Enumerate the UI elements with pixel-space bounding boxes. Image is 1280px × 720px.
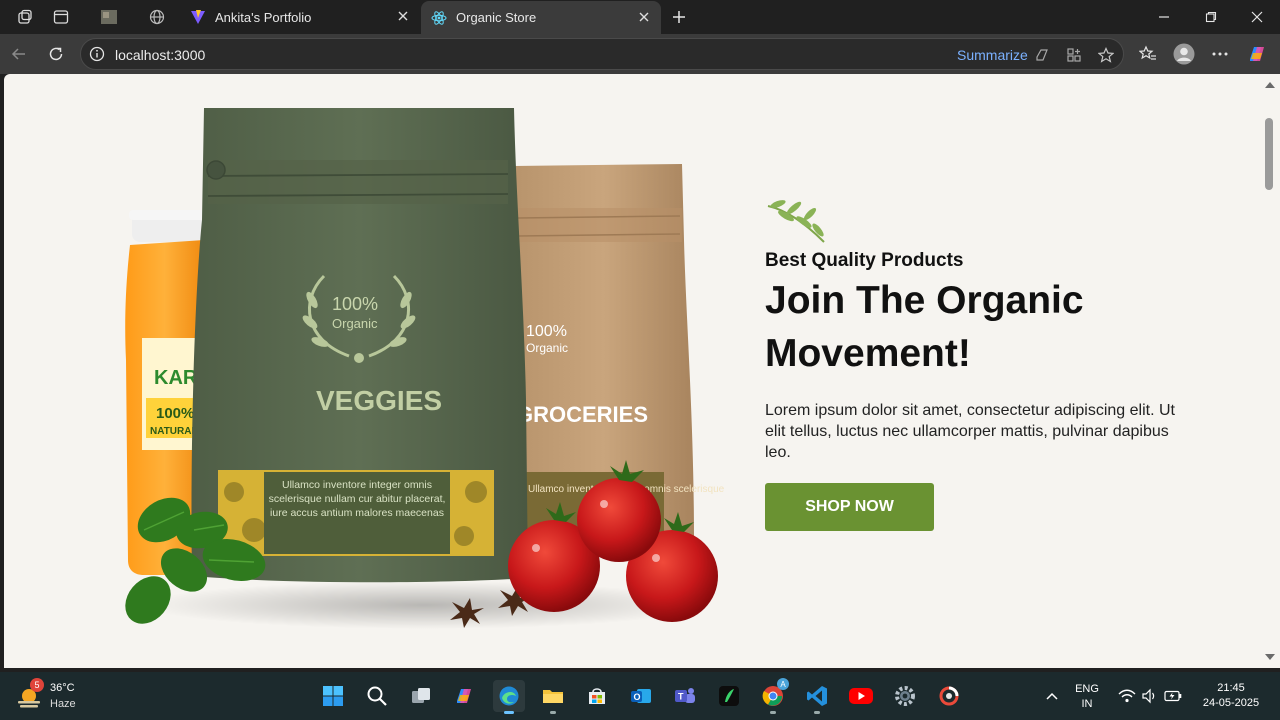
profile-avatar-icon[interactable] <box>1173 43 1195 65</box>
search-icon[interactable] <box>361 680 393 712</box>
robinhood-feather-icon[interactable] <box>713 680 745 712</box>
scrollbar-thumb[interactable] <box>1265 118 1273 190</box>
weather-temperature: 36°C <box>50 682 75 694</box>
copilot-icon[interactable] <box>1246 43 1268 65</box>
volume-icon <box>1142 688 1155 704</box>
tab-label: Organic Store <box>456 10 537 25</box>
task-view-icon[interactable] <box>405 680 437 712</box>
site-info-icon[interactable] <box>89 46 105 62</box>
tab-label: Ankita's Portfolio <box>215 9 312 25</box>
copilot-page-icon[interactable] <box>1033 46 1051 64</box>
show-hidden-icons-chevron-icon[interactable] <box>1036 680 1068 712</box>
weather-condition: Haze <box>50 698 76 710</box>
hero-description: Lorem ipsum dolor sit amet, consectetur … <box>765 402 1175 461</box>
hero-subtitle: Best Quality Products <box>765 250 964 271</box>
vscode-icon[interactable] <box>801 680 833 714</box>
favorite-star-icon[interactable] <box>1097 46 1115 64</box>
bag-left-name: VEGGIES <box>316 385 442 416</box>
bag-left-badge: Organic <box>332 316 378 331</box>
language-line-1: ENG <box>1075 683 1099 695</box>
address-bar[interactable]: localhost:3000 Summarize <box>80 38 1124 70</box>
shop-now-button[interactable]: SHOP NOW <box>765 483 934 531</box>
app-available-icon[interactable] <box>1065 46 1083 64</box>
jar-label: 100% <box>156 405 194 422</box>
pinned-tab-image-icon[interactable] <box>98 6 120 28</box>
hero-product-image: KARI 100% NATURAL 100% Organic GROCERIES… <box>125 108 725 629</box>
teams-icon[interactable]: T <box>669 680 701 712</box>
chrome-profile-badge: A <box>777 678 789 690</box>
summarize-button[interactable]: Summarize <box>957 47 1028 63</box>
copilot-app-icon[interactable] <box>449 680 481 712</box>
minimize-window-icon[interactable] <box>1151 6 1177 28</box>
tab-organic-store[interactable]: Organic Store <box>421 1 661 34</box>
svg-text:T: T <box>678 692 684 702</box>
language-indicator[interactable]: ENG IN <box>1070 682 1104 712</box>
settings-gear-icon[interactable] <box>889 680 921 712</box>
clock-time: 21:45 <box>1217 682 1245 694</box>
clock[interactable]: 21:45 24-05-2025 <box>1194 681 1268 711</box>
weather-alert-badge: 5 <box>30 678 44 692</box>
globe-icon[interactable] <box>146 6 168 28</box>
jar-label: NATURAL <box>150 426 198 437</box>
browser-toolbar: localhost:3000 Summarize <box>0 34 1280 74</box>
leaf-ornament-icon <box>767 200 825 243</box>
vertical-tabs-icon[interactable] <box>50 6 72 28</box>
favorites-icon[interactable] <box>1137 43 1159 65</box>
close-tab-icon[interactable] <box>396 9 410 23</box>
outlook-icon[interactable]: O <box>625 680 657 712</box>
more-menu-icon[interactable] <box>1209 43 1231 65</box>
bag-right-name: GROCERIES <box>516 402 648 427</box>
vite-logo-icon <box>190 9 206 25</box>
battery-charging-icon <box>1164 690 1182 702</box>
snipping-tool-icon[interactable] <box>933 680 965 712</box>
browser-tab-bar: Ankita's Portfolio Organic Store <box>0 0 1280 34</box>
language-line-2: IN <box>1081 698 1093 710</box>
weather-widget[interactable]: 5 36°C Haze <box>16 678 96 714</box>
url-text[interactable]: localhost:3000 <box>115 47 205 63</box>
bag-right-badge: Organic <box>526 341 568 355</box>
react-logo-icon <box>431 10 447 26</box>
refresh-icon[interactable] <box>45 43 67 65</box>
bag-left-label: Ullamco inventore integer omnis sceleris… <box>268 479 446 519</box>
bag-right-badge: 100% <box>526 323 567 340</box>
restore-window-icon[interactable] <box>1198 6 1224 28</box>
hero-headline: Join The Organic Movement! <box>765 279 1084 375</box>
file-explorer-icon[interactable] <box>537 680 569 714</box>
scroll-down-arrow-icon[interactable] <box>1265 654 1275 660</box>
microsoft-store-icon[interactable] <box>581 680 613 712</box>
scroll-up-arrow-icon[interactable] <box>1265 82 1275 88</box>
tab-ankitas-portfolio[interactable]: Ankita's Portfolio <box>180 0 420 34</box>
bag-left-badge: 100% <box>332 294 378 314</box>
windows-taskbar: 5 36°C Haze O T A ENG IN 21:45 24-05-202… <box>0 672 1280 720</box>
close-tab-icon[interactable] <box>637 10 651 24</box>
youtube-icon[interactable] <box>845 680 877 712</box>
back-arrow-icon[interactable] <box>8 43 30 65</box>
wifi-icon <box>1118 689 1136 703</box>
workspaces-icon[interactable] <box>14 6 36 28</box>
webpage-viewport: KARI 100% NATURAL 100% Organic GROCERIES… <box>4 74 1261 668</box>
chrome-icon[interactable]: A <box>757 678 789 714</box>
system-tray-status[interactable] <box>1114 680 1186 712</box>
svg-text:O: O <box>634 692 641 702</box>
close-window-icon[interactable] <box>1244 6 1270 28</box>
page-scrollbar[interactable] <box>1261 74 1280 668</box>
new-tab-plus-icon[interactable] <box>668 6 690 28</box>
edge-browser-icon[interactable] <box>493 680 525 714</box>
windows-start-icon[interactable] <box>317 680 349 712</box>
clock-date: 24-05-2025 <box>1202 697 1260 709</box>
